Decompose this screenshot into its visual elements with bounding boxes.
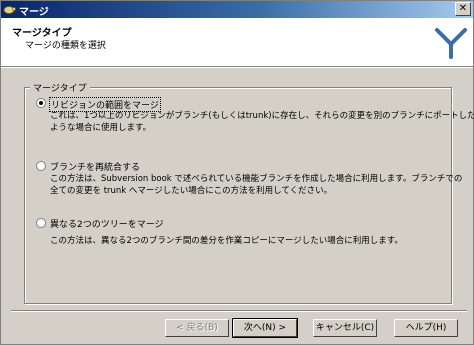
merge-logo-icon [435,28,467,59]
option-label-reintegrate[interactable]: ブランチを再統合する [50,160,140,173]
option-desc-merge-range-2: ような場合に使用します。 [50,123,152,133]
window-title: マージ [19,7,49,18]
radio-reintegrate[interactable] [36,161,46,171]
title-bar[interactable]: マージ ✕ [1,1,473,18]
option-desc-reintegrate-1: この方法は、Subversion book で述べられている機能ブランチを作成し… [50,174,463,184]
radio-dot [39,101,43,105]
merge-dialog: マージ ✕ マージタイプ マージの種類を選択 マージタイプ リビジョンの範囲をマ… [0,0,474,345]
back-button[interactable]: < 戻る(B) [165,319,229,337]
wizard-header: マージタイプ マージの種類を選択 [1,18,473,67]
option-desc-two-trees: この方法は、異なる2つのブランチ間の差分を作業コピーにマージしたい場合に利用しま… [50,236,403,246]
close-icon: ✕ [458,3,468,14]
footer-divider-highlight [11,311,467,312]
page-subtitle: マージの種類を選択 [25,41,106,51]
radio-merge-range[interactable] [36,98,46,108]
next-button[interactable]: 次へ(N) > [232,318,298,338]
tortoise-icon [3,6,16,14]
radio-two-trees[interactable] [36,218,46,228]
option-desc-reintegrate-2: 全ての変更を trunk へマージしたい場合にこの方法を利用してください。 [50,186,333,196]
help-button[interactable]: ヘルプ(H) [394,319,458,337]
option-desc-merge-range-1: これは、1つ以上のリビジョンがブランチ(もしくはtrunk)に存在し、それらの変… [50,111,474,121]
group-legend: マージタイプ [30,81,90,94]
cancel-button[interactable]: キャンセル(C) [313,319,377,337]
close-button[interactable]: ✕ [455,2,471,16]
header-divider [1,67,473,68]
page-title: マージタイプ [12,28,72,39]
option-label-two-trees[interactable]: 異なる2つのツリーをマージ [50,217,164,230]
